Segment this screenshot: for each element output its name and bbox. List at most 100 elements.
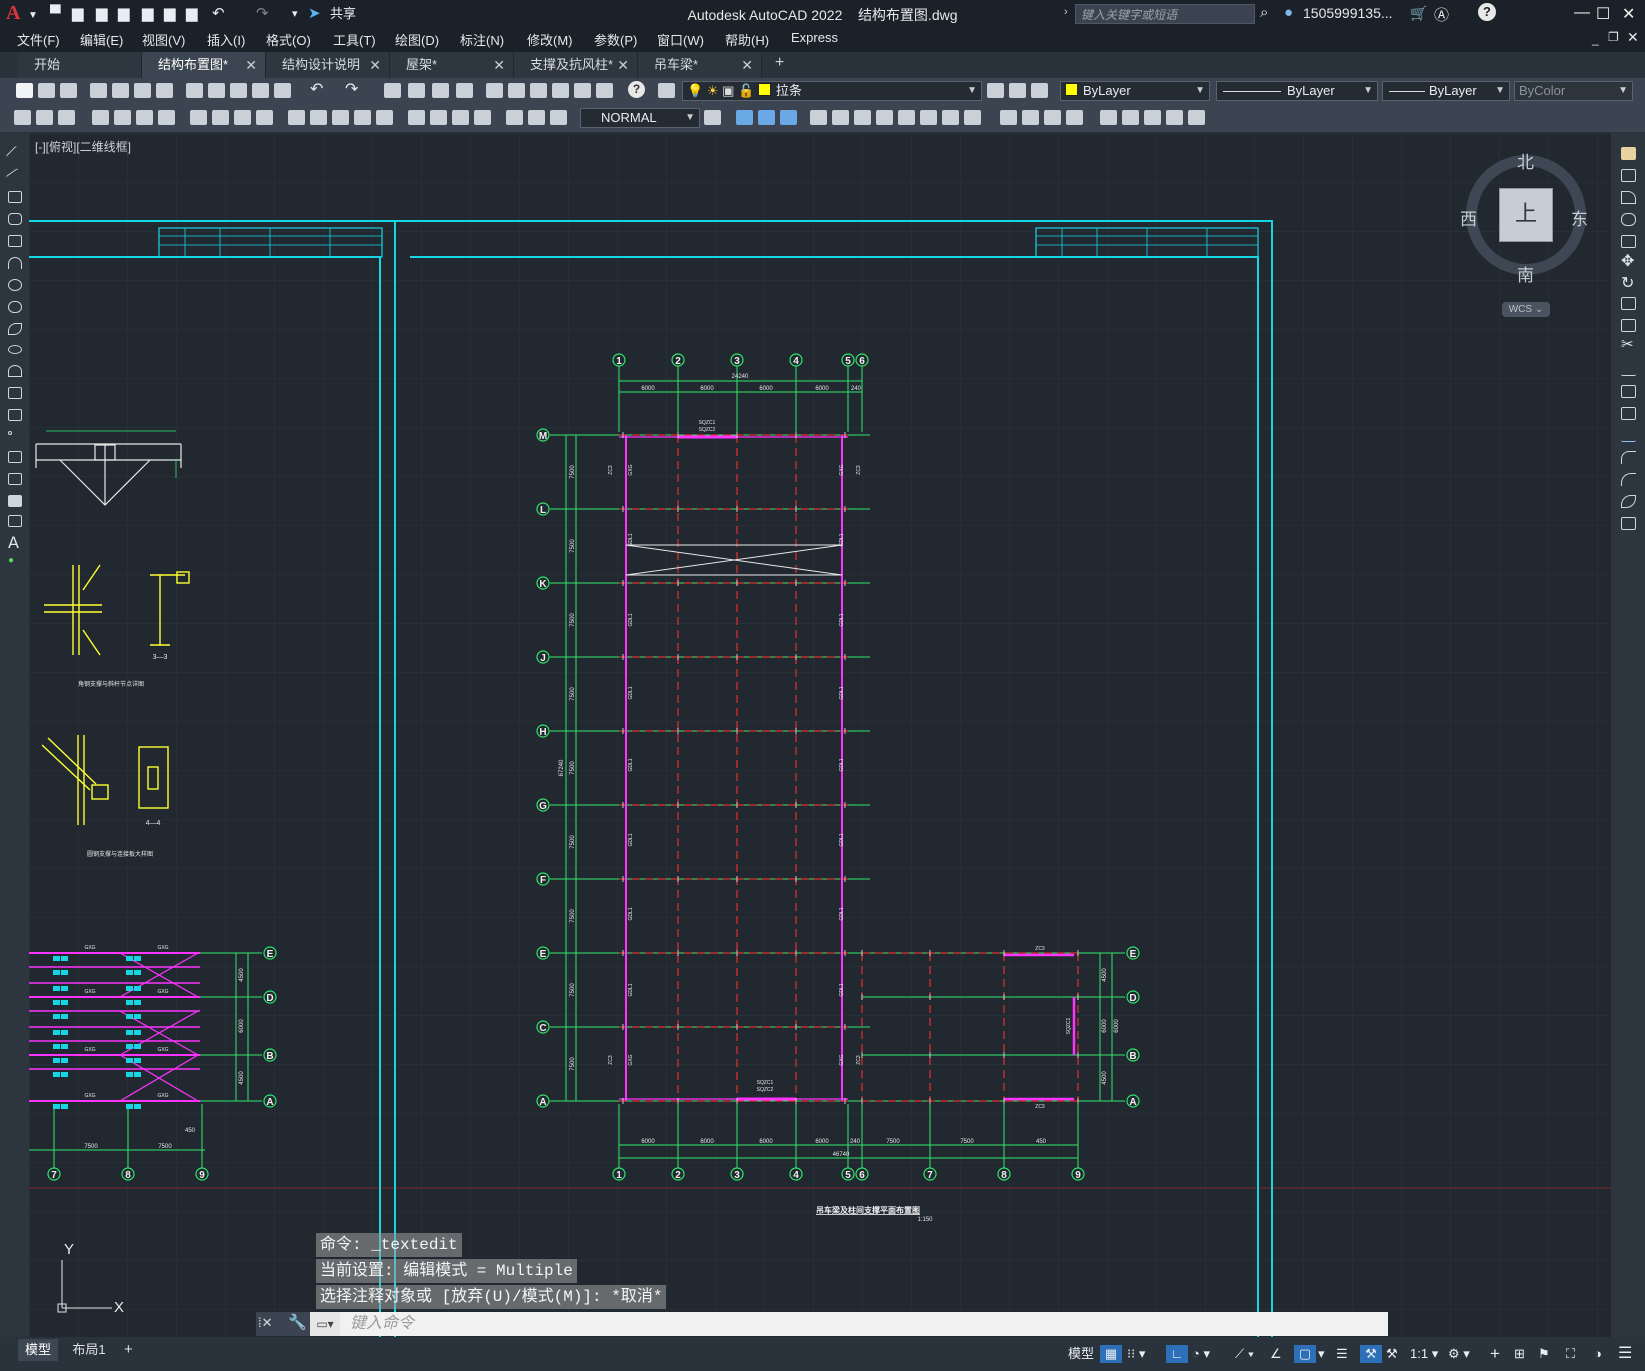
chamfer-icon[interactable] xyxy=(1621,451,1636,464)
properties-icon[interactable] xyxy=(486,83,503,98)
menu-parametric[interactable]: 参数(P) xyxy=(594,30,637,49)
separate-icon[interactable] xyxy=(1044,110,1061,125)
circle-icon[interactable] xyxy=(8,279,22,291)
viewcube-east[interactable]: 东 xyxy=(1571,205,1588,230)
tab-close-icon[interactable]: ✕ xyxy=(741,52,753,78)
layer-properties-icon[interactable] xyxy=(658,83,675,98)
viewcube-face[interactable]: 上 xyxy=(1499,188,1553,242)
drawing-area[interactable]: M L K J H G F E C A 1 2 3 4 5 6 24240 6000 6000 6000 6000 240… xyxy=(29,133,1611,1337)
dimension-style-icon[interactable] xyxy=(704,110,721,125)
continue-dimension-icon[interactable] xyxy=(332,110,349,125)
insert-block-icon[interactable] xyxy=(8,387,22,399)
ellipse-icon[interactable] xyxy=(8,345,22,354)
center-mark-icon[interactable] xyxy=(430,110,447,125)
tab-roof-truss[interactable]: 屋架* ✕ xyxy=(390,52,514,78)
tab-close-icon[interactable]: ✕ xyxy=(245,52,257,78)
break-icon[interactable] xyxy=(1621,407,1636,420)
open-icon[interactable] xyxy=(38,83,55,98)
3d-print-icon[interactable] xyxy=(156,83,173,98)
recent-commands-icon[interactable]: ▭▾ xyxy=(310,1312,340,1336)
isolate-objects-icon[interactable]: ◑ xyxy=(1594,1345,1602,1363)
search-input[interactable]: 键入关键字或短语 xyxy=(1075,4,1255,24)
taper-faces-icon[interactable] xyxy=(920,110,937,125)
ortho-icon[interactable]: ∟ xyxy=(1166,1345,1188,1363)
union-icon[interactable] xyxy=(736,110,753,125)
move-faces-icon[interactable] xyxy=(832,110,849,125)
layer-dropdown[interactable]: 💡 ☀ ▣ 🔓 拉条 ▼ xyxy=(682,81,982,101)
array-icon[interactable] xyxy=(1621,235,1636,248)
isodraft-icon[interactable]: ⟋ ▾ xyxy=(1235,1345,1254,1363)
polar-tracking-icon[interactable]: ◔ ▾ xyxy=(1192,1345,1210,1363)
tab-start[interactable]: 开始 xyxy=(18,52,142,78)
lineweight-dropdown[interactable]: ByLayer ▼ xyxy=(1382,81,1510,101)
save-icon[interactable] xyxy=(60,83,77,98)
dimension-break-icon[interactable] xyxy=(376,110,393,125)
copy-faces-icon[interactable] xyxy=(942,110,959,125)
flatshot-icon[interactable] xyxy=(1188,110,1205,125)
grid-icon[interactable]: ▦ xyxy=(1100,1345,1122,1363)
offset-icon[interactable] xyxy=(1621,213,1636,226)
make-block-icon[interactable] xyxy=(8,409,22,421)
zoom-realtime-icon[interactable] xyxy=(408,83,425,98)
tool-icon[interactable] xyxy=(36,110,53,125)
mirror-icon[interactable] xyxy=(1621,191,1636,204)
plot-icon[interactable] xyxy=(90,83,107,98)
menu-express[interactable]: Express xyxy=(791,30,838,45)
menu-insert[interactable]: 插入(I) xyxy=(207,30,245,49)
extrude-faces-icon[interactable] xyxy=(810,110,827,125)
revision-cloud-icon[interactable] xyxy=(8,301,22,313)
workspace-gear-icon[interactable]: ⚙ ▾ xyxy=(1448,1345,1470,1363)
user-icon[interactable]: ● xyxy=(1284,4,1293,21)
markup-icon[interactable] xyxy=(574,83,591,98)
polyline-icon[interactable] xyxy=(8,191,22,203)
gradient-icon[interactable] xyxy=(8,473,22,485)
publish-icon[interactable] xyxy=(134,83,151,98)
menu-dimension[interactable]: 标注(N) xyxy=(460,30,504,49)
doc-minimize-icon[interactable]: _ xyxy=(1592,32,1599,46)
layer-previous-icon[interactable] xyxy=(1009,83,1026,98)
extend-icon[interactable] xyxy=(1621,363,1636,376)
multiline-text-icon[interactable]: A xyxy=(8,533,19,552)
clean-icon[interactable] xyxy=(1022,110,1039,125)
stretch-icon[interactable] xyxy=(1621,319,1636,332)
tab-model[interactable]: 模型 xyxy=(18,1339,58,1361)
rotate-faces-icon[interactable] xyxy=(898,110,915,125)
clean-screen-icon[interactable]: ⛶ xyxy=(1566,1345,1575,1363)
quick-dimension-icon[interactable] xyxy=(288,110,305,125)
object-snap-icon[interactable]: ▢ xyxy=(1294,1345,1316,1363)
tab-crane-beam[interactable]: 吊车梁* ✕ xyxy=(638,52,762,78)
menu-draw[interactable]: 绘图(D) xyxy=(395,30,439,49)
rectangle-icon[interactable] xyxy=(8,235,22,247)
intersect-icon[interactable] xyxy=(780,110,797,125)
region-icon[interactable] xyxy=(8,495,22,507)
break-at-point-icon[interactable] xyxy=(1621,385,1636,398)
annotation-scale-button[interactable]: 1:1 ▾ xyxy=(1410,1345,1438,1363)
tab-structure-layout[interactable]: 结构布置图* ✕ xyxy=(142,52,266,78)
minimize-icon[interactable]: — xyxy=(1574,4,1590,22)
block-editor-icon[interactable] xyxy=(274,83,291,98)
linear-dimension-icon[interactable] xyxy=(92,110,109,125)
plot-preview-icon[interactable] xyxy=(112,83,129,98)
tool-icon[interactable] xyxy=(58,110,75,125)
zoom-window-icon[interactable] xyxy=(432,83,449,98)
angular-dimension-icon[interactable] xyxy=(256,110,273,125)
copy-object-icon[interactable] xyxy=(1621,169,1636,182)
close-icon[interactable]: ✕ xyxy=(1622,4,1635,24)
autodesk-app-icon[interactable]: Ⓐ xyxy=(1434,4,1449,25)
check-icon[interactable] xyxy=(1100,110,1117,125)
sheet-set-icon[interactable] xyxy=(552,83,569,98)
add-layout-icon[interactable]: + xyxy=(124,1339,133,1361)
search-icon[interactable]: ⌕ xyxy=(1260,4,1268,21)
dimension-space-icon[interactable] xyxy=(354,110,371,125)
new-tab-plus-icon[interactable]: + xyxy=(775,54,784,72)
join-icon[interactable] xyxy=(1621,429,1636,442)
trim-icon[interactable]: ✂ xyxy=(1621,335,1634,353)
slice-icon[interactable] xyxy=(1144,110,1161,125)
doc-restore-icon[interactable]: ❐ xyxy=(1608,30,1619,44)
menu-window[interactable]: 窗口(W) xyxy=(657,30,704,49)
menu-modify[interactable]: 修改(M) xyxy=(527,30,573,49)
spline-icon[interactable] xyxy=(8,323,22,335)
menu-file[interactable]: 文件(F) xyxy=(17,30,60,49)
point-icon[interactable] xyxy=(8,431,12,435)
quick-properties-icon[interactable]: ⚑ xyxy=(1538,1345,1550,1363)
